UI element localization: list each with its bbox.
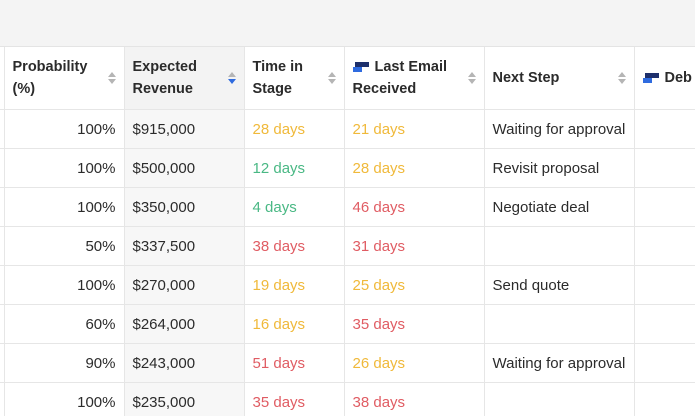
time-in-stage-cell[interactable]: 35 days <box>244 382 345 416</box>
expected-revenue-cell[interactable]: $235,000 <box>124 382 245 416</box>
last-email-cell[interactable]: 28 days <box>344 148 485 188</box>
deb-cell[interactable] <box>634 187 695 227</box>
column-header-label: Next Step <box>492 70 560 86</box>
sort-desc-icon[interactable] <box>227 72 236 84</box>
column-header-deb[interactable]: Deb <box>634 47 695 110</box>
probability-cell[interactable]: 90% <box>4 343 125 383</box>
column-header-label: Expected Revenue <box>132 59 197 97</box>
deb-cell[interactable] <box>634 343 695 383</box>
sort-icon[interactable] <box>617 72 626 84</box>
last-email-cell[interactable]: 46 days <box>344 187 485 227</box>
integration-logo-icon <box>642 73 659 83</box>
probability-cell[interactable]: 100% <box>4 148 125 188</box>
next-step-cell[interactable] <box>484 304 635 344</box>
sort-icon[interactable] <box>327 72 336 84</box>
column-header-label: Time in Stage <box>252 59 304 97</box>
table-row[interactable]: 100% $270,000 19 days 25 days Send quote <box>0 265 695 305</box>
time-in-stage-cell[interactable]: 16 days <box>244 304 345 344</box>
expected-revenue-cell[interactable]: $264,000 <box>124 304 245 344</box>
next-step-cell[interactable]: Waiting for approval <box>484 109 635 149</box>
probability-cell[interactable]: 100% <box>4 109 125 149</box>
expected-revenue-cell[interactable]: $350,000 <box>124 187 245 227</box>
deb-cell[interactable] <box>634 109 695 149</box>
expected-revenue-cell[interactable]: $337,500 <box>124 226 245 266</box>
last-email-cell[interactable]: 31 days <box>344 226 485 266</box>
column-header-next-step[interactable]: Next Step <box>484 47 635 110</box>
next-step-cell[interactable]: Waiting for approval <box>484 343 635 383</box>
probability-cell[interactable]: 100% <box>4 382 125 416</box>
column-header-label: Probability (%) <box>12 59 88 97</box>
column-header-last-email-received[interactable]: Last Email Received <box>344 47 485 110</box>
deb-cell[interactable] <box>634 304 695 344</box>
next-step-cell[interactable]: Send quote <box>484 265 635 305</box>
deb-cell[interactable] <box>634 226 695 266</box>
last-email-cell[interactable]: 26 days <box>344 343 485 383</box>
deals-table: Probability (%) Expected Revenue Time in… <box>0 47 695 416</box>
probability-cell[interactable]: 100% <box>4 187 125 227</box>
expected-revenue-cell[interactable]: $243,000 <box>124 343 245 383</box>
probability-cell[interactable]: 100% <box>4 265 125 305</box>
expected-revenue-cell[interactable]: $500,000 <box>124 148 245 188</box>
next-step-cell[interactable] <box>484 226 635 266</box>
last-email-cell[interactable]: 38 days <box>344 382 485 416</box>
deb-cell[interactable]: 1 <box>634 148 695 188</box>
table-row[interactable]: 100% $915,000 28 days 21 days Waiting for ap… <box>0 109 695 149</box>
column-header-label: Deb <box>664 70 692 86</box>
next-step-cell[interactable]: Negotiate deal <box>484 187 635 227</box>
table-row[interactable]: 50% $337,500 38 days 31 days <box>0 226 695 266</box>
header-row: Probability (%) Expected Revenue Time in… <box>0 47 695 110</box>
deb-cell[interactable] <box>634 265 695 305</box>
table-row[interactable]: 100% $350,000 4 days 46 days Negotiate deal <box>0 187 695 227</box>
last-email-cell[interactable]: 35 days <box>344 304 485 344</box>
table-row[interactable]: 100% $235,000 35 days 38 days <box>0 382 695 416</box>
integration-logo-icon <box>352 62 369 73</box>
last-email-cell[interactable]: 21 days <box>344 109 485 149</box>
table-row[interactable]: 100% $500,000 12 days 28 days Revisit propos… <box>0 148 695 188</box>
time-in-stage-cell[interactable]: 19 days <box>244 265 345 305</box>
expected-revenue-cell[interactable]: $270,000 <box>124 265 245 305</box>
time-in-stage-cell[interactable]: 51 days <box>244 343 345 383</box>
time-in-stage-cell[interactable]: 12 days <box>244 148 345 188</box>
deb-cell[interactable] <box>634 382 695 416</box>
expected-revenue-cell[interactable]: $915,000 <box>124 109 245 149</box>
probability-cell[interactable]: 60% <box>4 304 125 344</box>
column-header-probability[interactable]: Probability (%) <box>4 47 125 110</box>
next-step-cell[interactable]: Revisit proposal <box>484 148 635 188</box>
sort-icon[interactable] <box>107 72 116 84</box>
time-in-stage-cell[interactable]: 28 days <box>244 109 345 149</box>
table-row[interactable]: 60% $264,000 16 days 35 days <box>0 304 695 344</box>
time-in-stage-cell[interactable]: 38 days <box>244 226 345 266</box>
sort-icon[interactable] <box>467 72 476 84</box>
time-in-stage-cell[interactable]: 4 days <box>244 187 345 227</box>
column-header-expected-revenue[interactable]: Expected Revenue <box>124 47 245 110</box>
column-header-time-in-stage[interactable]: Time in Stage <box>244 47 345 110</box>
probability-cell[interactable]: 50% <box>4 226 125 266</box>
table-row[interactable]: 90% $243,000 51 days 26 days Waiting for app… <box>0 343 695 383</box>
next-step-cell[interactable] <box>484 382 635 416</box>
last-email-cell[interactable]: 25 days <box>344 265 485 305</box>
toolbar-area <box>0 0 695 47</box>
